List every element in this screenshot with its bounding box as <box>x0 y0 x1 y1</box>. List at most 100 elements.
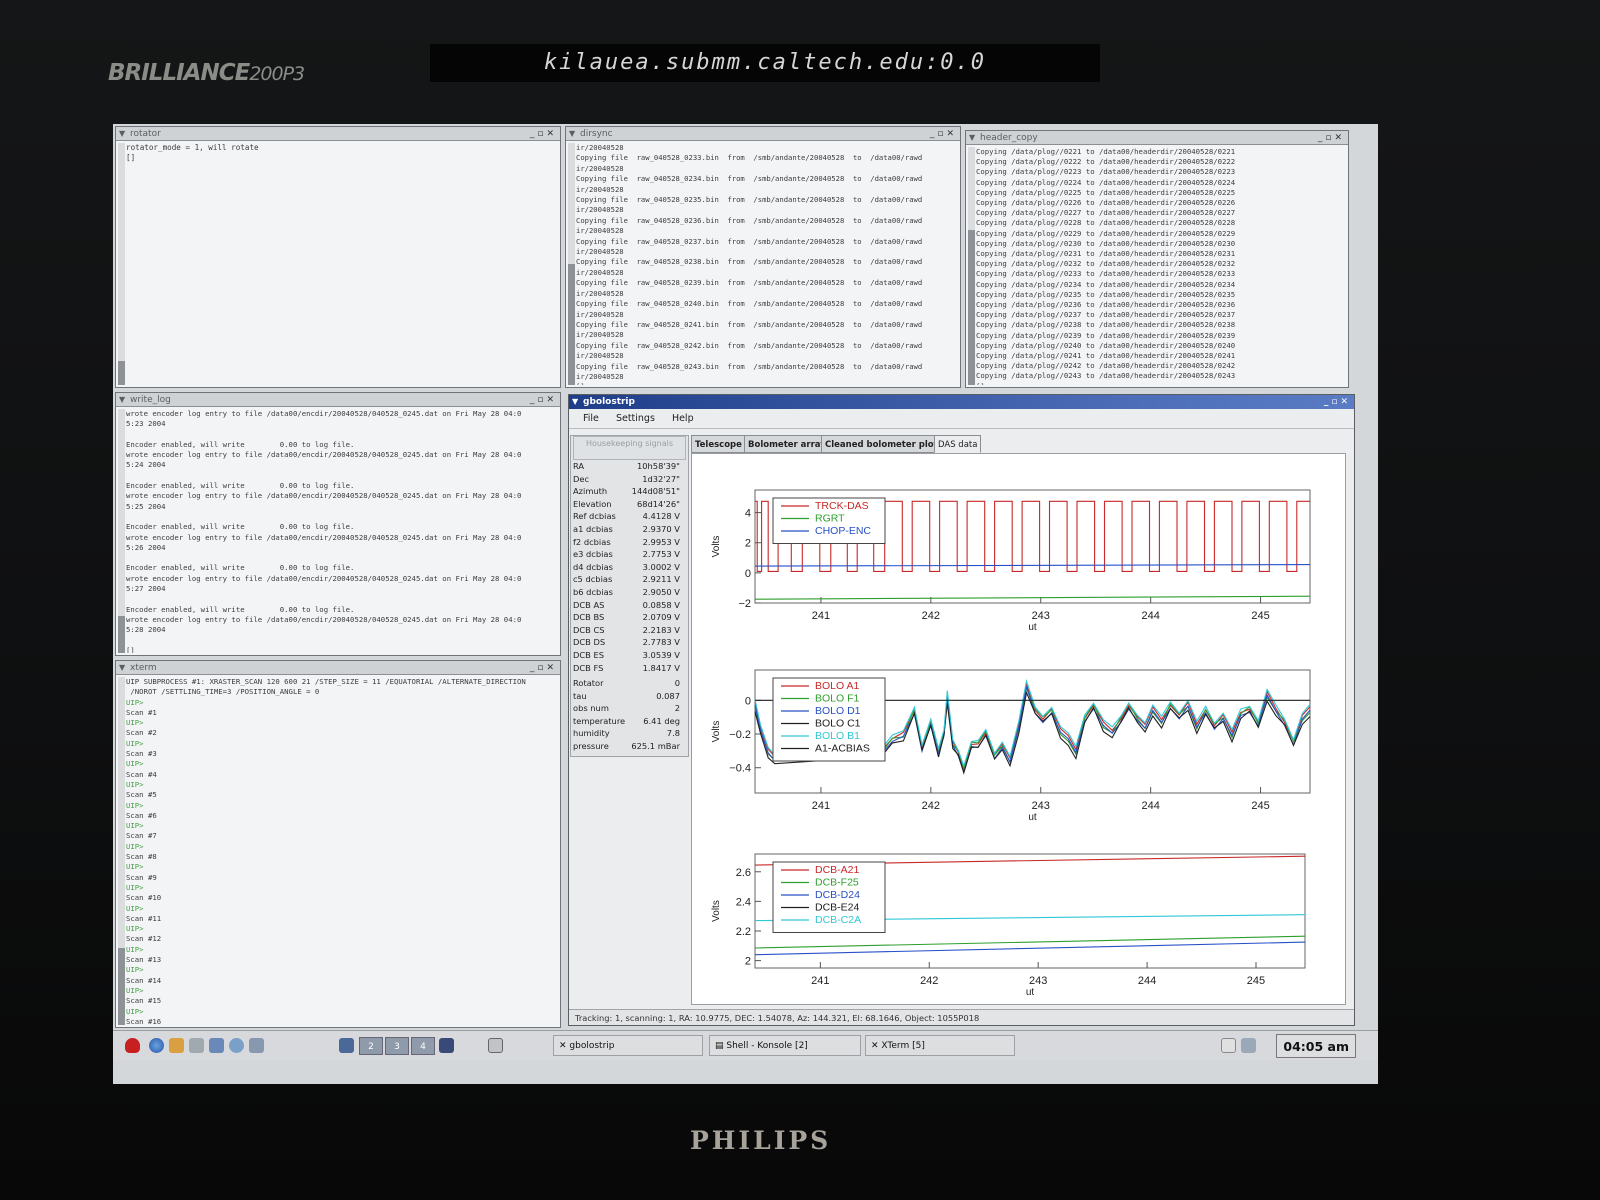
redhat-menu-icon[interactable] <box>125 1038 140 1053</box>
task-gbolostrip[interactable]: ✕ gbolostrip <box>553 1035 703 1056</box>
housekeeping-value: 2.7783 V <box>642 637 680 648</box>
housekeeping-label: e3 dcbias <box>573 549 613 560</box>
plot-area: 241 242 243 244 245 −2 0 2 4 ut Volts TRCK-DAS RGRT C… <box>691 453 1346 1005</box>
office-icon[interactable] <box>189 1038 204 1053</box>
window-controls[interactable]: _▫✕ <box>1324 395 1351 409</box>
menu-help[interactable]: Help <box>672 413 694 424</box>
rotator-titlebar[interactable]: ▼ rotator _▫✕ <box>116 127 560 141</box>
window-controls[interactable]: _▫✕ <box>1318 131 1345 145</box>
scrollbar[interactable] <box>118 409 125 653</box>
terminal-line: wrote encoder log entry to file /data00/… <box>126 409 522 418</box>
window-menu-icon[interactable]: ▼ <box>119 661 125 675</box>
terminal-line: Copying /data/plog//0225 to /data00/head… <box>976 187 1236 197</box>
window-title: header_copy <box>980 133 1038 143</box>
terminal-line: Copying /data/plog//0229 to /data00/head… <box>976 228 1236 238</box>
terminal-launcher-icon[interactable] <box>209 1038 224 1053</box>
terminal-line: UIP> <box>126 903 144 913</box>
terminal-line: wrote encoder log entry to file /data00/… <box>126 614 522 624</box>
terminal-line: Copying /data/plog//0234 to /data00/head… <box>976 279 1236 289</box>
tab-cleaned-bolometer-plots[interactable]: Cleaned bolometer plots <box>821 435 947 453</box>
dirsync-window[interactable]: ▼ dirsync _▫✕ ir/20040528 Copying file raw_… <box>565 126 961 388</box>
terminal-line: 5:24 2004 <box>126 460 166 470</box>
monitor-bezel: BRILLIANCE200P3 kilauea.submm.caltech.ed… <box>0 0 1600 1200</box>
terminal-line: Copying file raw_040528_0234.bin from /s… <box>576 174 923 184</box>
x-tick-label: 242 <box>922 610 940 622</box>
x-tick-label: 245 <box>1251 800 1269 812</box>
menu-file[interactable]: File <box>583 413 599 424</box>
housekeeping-label: Ref dcbias <box>573 511 616 522</box>
tab-telescope[interactable]: Telescope <box>691 435 746 453</box>
printer-icon[interactable] <box>229 1038 244 1053</box>
housekeeping-row: obs num 2 <box>571 702 688 715</box>
housekeeping-row: b6 dcbias 2.9050 V <box>571 586 688 599</box>
y-tick-label: −2 <box>738 598 751 610</box>
pager-4[interactable]: 4 <box>411 1037 435 1055</box>
xterm-titlebar[interactable]: ▼ xterm _▫✕ <box>116 661 560 675</box>
terminal-line: Scan #1 <box>126 707 157 717</box>
housekeeping-label: d4 dcbias <box>573 561 613 572</box>
housekeeping-value: 2.2183 V <box>642 624 680 635</box>
clipboard-icon[interactable] <box>1221 1038 1236 1053</box>
header-copy-titlebar[interactable]: ▼ header_copy _▫✕ <box>966 131 1348 145</box>
rotator-window[interactable]: ▼ rotator _▫✕ rotator_mode = 1, will rotat… <box>115 126 561 388</box>
menu-settings[interactable]: Settings <box>616 413 655 424</box>
terminal-line: [] <box>126 153 136 163</box>
dirsync-titlebar[interactable]: ▼ dirsync _▫✕ <box>566 127 960 141</box>
volume-icon[interactable] <box>1241 1038 1256 1053</box>
window-menu-icon[interactable]: ▼ <box>572 395 578 409</box>
x-axis-label: ut <box>1028 812 1037 823</box>
magnifier-icon[interactable] <box>488 1038 503 1053</box>
terminal-line: Scan #4 <box>126 769 157 779</box>
pager-3[interactable]: 3 <box>385 1037 409 1055</box>
gbolostrip-titlebar[interactable]: ▼ gbolostrip _▫✕ <box>569 395 1354 409</box>
window-controls[interactable]: _▫✕ <box>530 661 557 675</box>
window-menu-icon[interactable]: ▼ <box>969 131 975 145</box>
window-controls[interactable]: _▫✕ <box>530 127 557 141</box>
window-menu-icon[interactable]: ▼ <box>119 393 125 407</box>
gbolostrip-window[interactable]: ▼ gbolostrip _▫✕ File Settings Help Housek… <box>568 394 1355 1026</box>
window-controls[interactable]: _▫✕ <box>930 127 957 141</box>
scrollbar[interactable] <box>118 143 125 385</box>
pager-2[interactable]: 2 <box>359 1037 383 1055</box>
header-copy-window[interactable]: ▼ header_copy _▫✕ Copying /data/plog//0221… <box>965 130 1349 388</box>
desktop-1-icon[interactable] <box>339 1038 354 1053</box>
series-line <box>754 564 1311 567</box>
terminal-line: wrote encoder log entry to file /data00/… <box>126 573 522 583</box>
y-tick-label: 2.4 <box>736 896 751 908</box>
window-menu-icon[interactable]: ▼ <box>119 127 125 141</box>
housekeeping-label: Azimuth <box>573 486 608 497</box>
clock[interactable]: 04:05 am <box>1276 1034 1356 1058</box>
window-controls[interactable]: _▫✕ <box>530 393 557 407</box>
legend-label: A1-ACBIAS <box>815 743 870 755</box>
terminal-line: 5:28 2004 <box>126 625 166 635</box>
write-log-titlebar[interactable]: ▼ write_log _▫✕ <box>116 393 560 407</box>
tab-bolometer-array[interactable]: Bolometer array <box>744 435 830 453</box>
task-xterm[interactable]: ✕ XTerm [5] <box>865 1035 1015 1056</box>
scrollbar[interactable] <box>568 143 575 385</box>
housekeeping-value: 625.1 mBar <box>631 741 680 752</box>
tools-icon[interactable] <box>249 1038 264 1053</box>
xterm-window[interactable]: ▼ xterm _▫✕ UIP SUBPROCESS #1: XRASTER_SCA… <box>115 660 561 1028</box>
housekeeping-value: 6.41 deg <box>643 715 680 726</box>
task-konsole[interactable]: ▤ Shell - Konsole [2] <box>709 1035 861 1056</box>
legend-label: RGRT <box>815 513 845 525</box>
write-log-window[interactable]: ▼ write_log _▫✕ wrote encoder log entry to… <box>115 392 561 656</box>
show-desktop-icon[interactable] <box>439 1038 454 1053</box>
scrollbar[interactable] <box>118 677 125 1025</box>
housekeeping-row: c5 dcbias 2.9211 V <box>571 573 688 586</box>
window-menu-icon[interactable]: ▼ <box>569 127 575 141</box>
tab-das-data[interactable]: DAS data <box>934 435 982 453</box>
x-tick-label: 245 <box>1251 610 1269 622</box>
terminal-line: Copying /data/plog//0240 to /data00/head… <box>976 340 1236 350</box>
terminal-line: Copying /data/plog//0243 to /data00/head… <box>976 371 1236 381</box>
mail-icon[interactable] <box>169 1038 184 1053</box>
scrollbar[interactable] <box>968 147 975 385</box>
y-tick-label: 0 <box>745 695 751 707</box>
housekeeping-row: Azimuth 144d08'51" <box>571 485 688 498</box>
housekeeping-header[interactable]: Housekeeping signals <box>573 436 686 460</box>
housekeeping-row: Ref dcbias 4.4128 V <box>571 510 688 523</box>
browser-icon[interactable] <box>149 1038 164 1053</box>
housekeeping-row: f2 dcbias 2.9953 V <box>571 536 688 549</box>
x-tick-label: 242 <box>920 975 938 987</box>
